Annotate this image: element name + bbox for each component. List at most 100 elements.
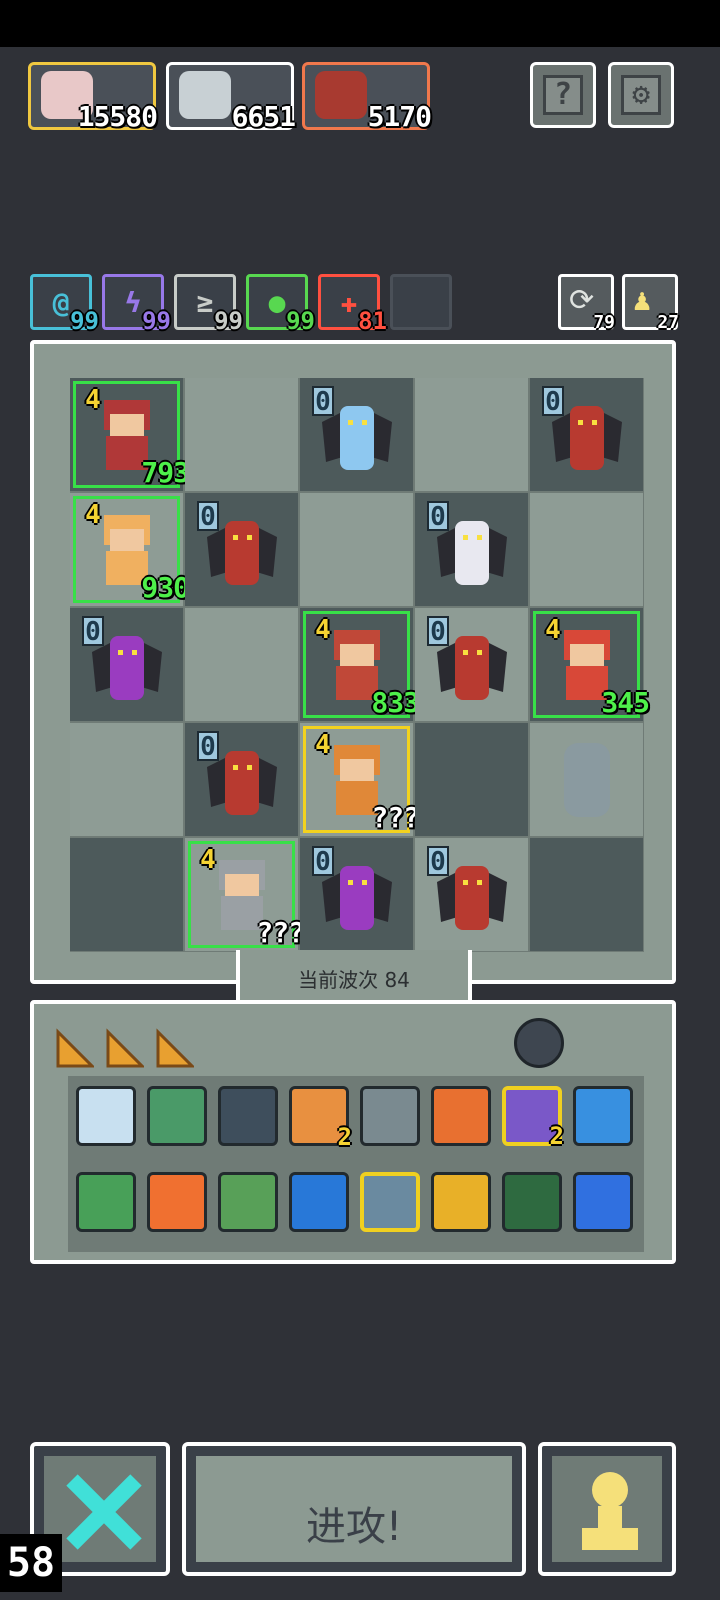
settings-button[interactable]: ⚙	[608, 62, 674, 128]
cheese-wedge-icon[interactable]	[156, 1028, 196, 1068]
pawn-icon	[582, 1472, 638, 1550]
element-synergy[interactable]: ≥99	[174, 274, 243, 335]
element-value: 99	[286, 307, 315, 335]
board-cell[interactable]	[415, 723, 528, 836]
inventory-item[interactable]	[431, 1086, 491, 1146]
inventory-item[interactable]	[502, 1172, 562, 1232]
board-cell[interactable]: 0	[415, 493, 528, 606]
inventory-item[interactable]	[360, 1172, 420, 1232]
item-quantity: 2	[549, 1122, 564, 1150]
board-cell[interactable]: 0	[530, 378, 643, 491]
element-slot-empty	[390, 274, 452, 330]
element-value: 99	[70, 307, 99, 335]
board-cell[interactable]	[185, 608, 298, 721]
unit-level-badge: 0	[427, 501, 449, 531]
unit-level-badge: 4	[200, 845, 216, 875]
player-score: 15580	[77, 100, 158, 133]
unit-hp: ???	[256, 916, 305, 949]
board-cell[interactable]	[415, 378, 528, 491]
player-portrait[interactable]: 6651	[166, 62, 296, 133]
board-cell[interactable]: 4 930	[70, 493, 190, 606]
unit-hp: 930	[141, 571, 190, 604]
cheese-wedge-icon[interactable]	[106, 1028, 146, 1068]
board-cell[interactable]	[530, 723, 643, 836]
element-value: 99	[142, 307, 171, 335]
inventory-item[interactable]	[218, 1086, 278, 1146]
inventory-item[interactable]	[218, 1172, 278, 1232]
board-cell[interactable]: 0	[300, 838, 413, 951]
inventory-item[interactable]	[360, 1086, 420, 1146]
board-cell[interactable]	[185, 378, 298, 491]
element-value: 81	[358, 307, 387, 335]
board-cell[interactable]: 0	[185, 493, 298, 606]
board-cell[interactable]	[70, 723, 183, 836]
inventory-item[interactable]	[147, 1086, 207, 1146]
board-cell[interactable]: 4???	[185, 838, 305, 951]
inventory-item[interactable]	[147, 1172, 207, 1232]
board-cell[interactable]: 0	[70, 608, 183, 721]
unit-hp: 793	[141, 456, 190, 489]
inventory-item[interactable]: 2	[289, 1086, 352, 1151]
unit-hp: 833	[371, 686, 420, 719]
board-cell[interactable]	[530, 493, 643, 606]
unit-level-badge: 0	[312, 386, 334, 416]
element-synergy[interactable]: @99	[30, 274, 99, 335]
board-cell[interactable]: 4 793	[70, 378, 190, 491]
board-cell[interactable]	[530, 838, 643, 951]
board-cell[interactable]	[70, 838, 183, 951]
pawn-count: 27	[657, 312, 679, 333]
player-portrait[interactable]: 5170	[302, 62, 432, 133]
player-portrait[interactable]: 15580	[28, 62, 158, 133]
board-cell[interactable]: 0	[185, 723, 298, 836]
pawn-icon: ♟	[633, 283, 652, 318]
unit-hp: 345	[601, 686, 650, 719]
board-cell[interactable]: 0	[415, 838, 528, 951]
unit-hp: ???	[371, 801, 420, 834]
element-synergy[interactable]: ✚ 81	[318, 274, 387, 335]
item-grid: 22	[68, 1076, 644, 1252]
game-board: 4 793 0 0 4 930 0 0 0 4 833 0 4 345 0 4??? 4??? 0 0	[30, 340, 676, 984]
pawn-counter[interactable]: ♟ 27	[622, 274, 679, 333]
board-cell[interactable]: 0	[415, 608, 528, 721]
unit-level-badge: 0	[427, 846, 449, 876]
board-cell[interactable]: 4 833	[300, 608, 420, 721]
board-cell[interactable]: 4???	[300, 723, 420, 836]
board-cell[interactable]	[300, 493, 413, 606]
unit-level-badge: 4	[315, 730, 331, 760]
fps-counter: 58	[0, 1534, 62, 1592]
unit-level-badge: 0	[427, 616, 449, 646]
inventory-item[interactable]	[431, 1172, 491, 1232]
avatar	[315, 71, 367, 119]
inventory-item[interactable]	[573, 1086, 633, 1146]
inventory-panel: 22	[30, 1000, 676, 1264]
element-synergy[interactable]: ● 99	[246, 274, 315, 335]
wedge-row	[50, 1014, 214, 1072]
unit-level-badge: 0	[197, 501, 219, 531]
element-synergy[interactable]: ϟ 99	[102, 274, 171, 335]
unit-level-badge: 0	[312, 846, 334, 876]
unit-level-badge: 0	[197, 731, 219, 761]
reroll-count: 79	[593, 312, 615, 333]
inventory-item[interactable]	[573, 1172, 633, 1232]
cheese-wedge-icon[interactable]	[56, 1028, 96, 1068]
inventory-item[interactable]	[289, 1172, 349, 1232]
attack-button[interactable]: 进攻!	[182, 1442, 526, 1576]
gear-icon: ⚙	[621, 75, 661, 115]
player-score: 6651	[231, 100, 296, 133]
cross-icon	[66, 1474, 142, 1550]
beetle-icon[interactable]	[514, 1018, 564, 1068]
inventory-item[interactable]	[76, 1172, 136, 1232]
board-cell[interactable]: 0	[300, 378, 413, 491]
question-icon: ?	[543, 75, 583, 115]
inventory-item[interactable]	[76, 1086, 136, 1146]
avatar	[179, 71, 231, 119]
reroll-counter[interactable]: ⟳ 79	[558, 274, 615, 333]
ghost-unit[interactable]	[548, 737, 626, 821]
board-cell[interactable]: 4 345	[530, 608, 650, 721]
unit-level-badge: 4	[85, 500, 101, 530]
player-score: 5170	[367, 100, 432, 133]
unit-level-badge: 4	[315, 615, 331, 645]
inventory-item[interactable]: 2	[502, 1086, 564, 1150]
recruit-button[interactable]	[538, 1442, 676, 1576]
help-button[interactable]: ?	[530, 62, 596, 128]
